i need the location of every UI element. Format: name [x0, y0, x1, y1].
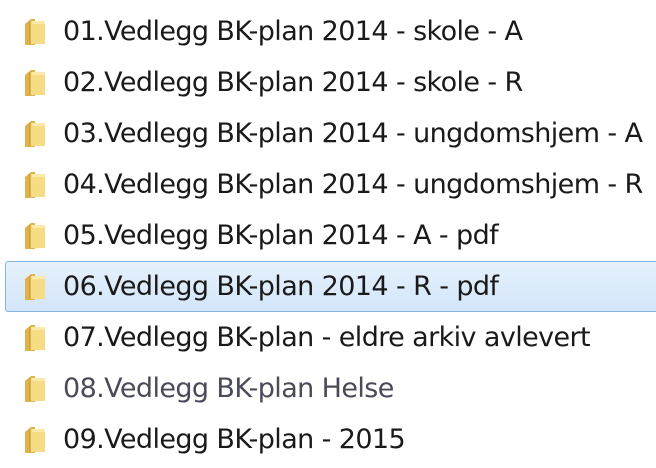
folder-item-03[interactable]: 03.Vedlegg BK-plan 2014 - ungdomshjem - … — [0, 108, 656, 159]
folder-label: 03.Vedlegg BK-plan 2014 - ungdomshjem - … — [63, 118, 643, 149]
folder-item-07[interactable]: 07.Vedlegg BK-plan - eldre arkiv avlever… — [0, 312, 656, 363]
folder-item-04[interactable]: 04.Vedlegg BK-plan 2014 - ungdomshjem - … — [0, 159, 656, 210]
folder-label: 02.Vedlegg BK-plan 2014 - skole - R — [63, 67, 523, 98]
folder-label: 07.Vedlegg BK-plan - eldre arkiv avlever… — [63, 322, 591, 353]
folder-item-08[interactable]: 08.Vedlegg BK-plan Helse — [0, 363, 656, 414]
folder-icon — [17, 425, 51, 455]
folder-icon — [17, 323, 51, 353]
folder-icon — [17, 221, 51, 251]
folder-icon — [17, 17, 51, 47]
folder-label: 04.Vedlegg BK-plan 2014 - ungdomshjem - … — [63, 169, 643, 200]
folder-label: 09.Vedlegg BK-plan - 2015 — [63, 424, 406, 455]
folder-item-06-selected[interactable]: 06.Vedlegg BK-plan 2014 - R - pdf — [5, 261, 656, 312]
folder-label: 01.Vedlegg BK-plan 2014 - skole - A — [63, 16, 523, 47]
folder-label: 08.Vedlegg BK-plan Helse — [63, 373, 394, 404]
folder-icon — [17, 374, 51, 404]
folder-item-02[interactable]: 02.Vedlegg BK-plan 2014 - skole - R — [0, 57, 656, 108]
folder-icon — [17, 119, 51, 149]
folder-label: 06.Vedlegg BK-plan 2014 - R - pdf — [63, 271, 499, 302]
folder-icon — [17, 272, 51, 302]
folder-item-05[interactable]: 05.Vedlegg BK-plan 2014 - A - pdf — [0, 210, 656, 261]
folder-item-09[interactable]: 09.Vedlegg BK-plan - 2015 — [0, 414, 656, 465]
folder-list: 01.Vedlegg BK-plan 2014 - skole - A 02.V… — [0, 0, 656, 468]
folder-icon — [17, 170, 51, 200]
folder-item-01[interactable]: 01.Vedlegg BK-plan 2014 - skole - A — [0, 6, 656, 57]
folder-label: 05.Vedlegg BK-plan 2014 - A - pdf — [63, 220, 499, 251]
folder-icon — [17, 68, 51, 98]
